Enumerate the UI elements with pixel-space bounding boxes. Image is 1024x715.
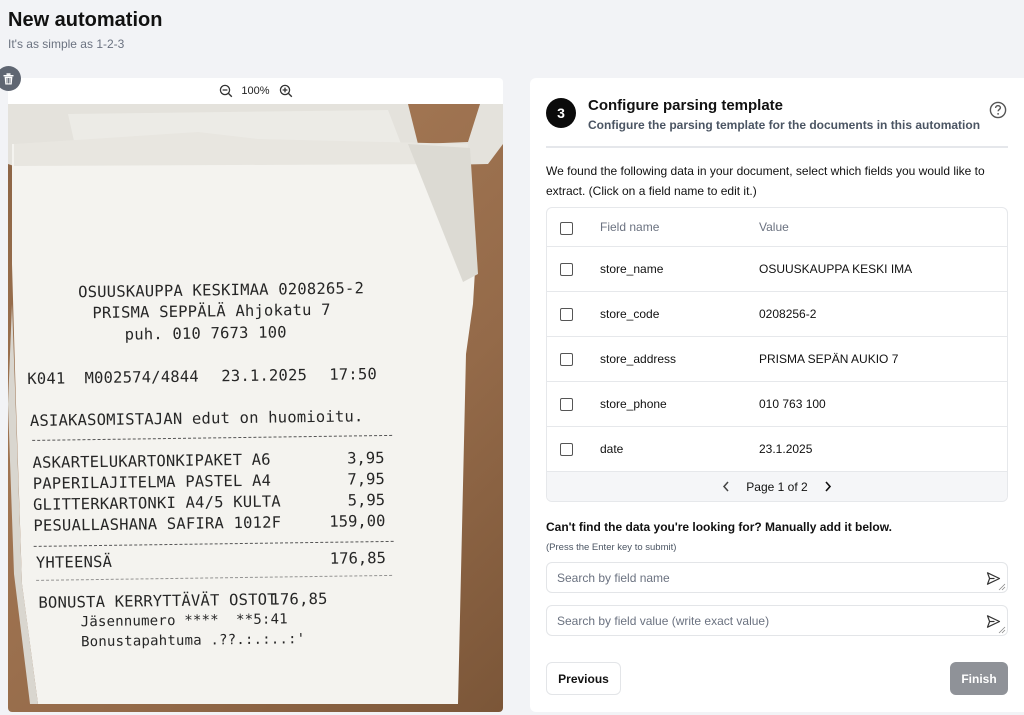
receipt-item-price: 7,95: [347, 470, 385, 489]
receipt-bonus-value: 176,85: [270, 589, 328, 609]
page-subtitle: It's as simple as 1-2-3: [8, 37, 125, 51]
receipt-total-value: 176,85: [329, 549, 386, 568]
chevron-right-icon: [825, 481, 831, 492]
next-page-button[interactable]: [822, 481, 834, 493]
table-row: store_code 0208256-2: [547, 292, 1007, 337]
receipt-item-name: ASKARTELUKARTONKIPAKET A6: [32, 450, 271, 472]
page-indicator: Page 1 of 2: [746, 479, 808, 494]
zoom-toolbar: 100%: [8, 78, 503, 104]
previous-page-button[interactable]: [720, 481, 732, 493]
row-checkbox[interactable]: [560, 353, 573, 366]
field-value: OSUUSKAUPPA KESKI IMA: [759, 262, 913, 276]
zoom-level: 100%: [241, 85, 270, 97]
panel-subtitle: Configure the parsing template for the d…: [588, 118, 981, 132]
zoom-out-icon[interactable]: [218, 83, 234, 99]
receipt-member-number: Jäsennumero **** **5:41: [80, 611, 288, 631]
step-number-badge: 3: [546, 98, 576, 128]
pagination: Page 1 of 2: [547, 472, 1007, 501]
row-checkbox[interactable]: [560, 443, 573, 456]
field-value: 010 763 100: [759, 397, 826, 411]
table-row: store_address PRISMA SEPÄN AUKIO 7: [547, 337, 1007, 382]
receipt-item-price: 159,00: [329, 512, 386, 531]
finish-button[interactable]: Finish: [950, 662, 1008, 695]
header-divider: [546, 146, 1008, 148]
column-header-field-name: Field name: [600, 220, 660, 234]
field-value-search-input[interactable]: [557, 606, 977, 635]
receipt-item-price: 5,95: [347, 491, 386, 510]
receipt-item-price: 3,95: [347, 449, 385, 468]
row-checkbox[interactable]: [560, 263, 573, 276]
receipt-item-name: PAPERILAJITELMA PASTEL A4: [32, 471, 272, 493]
receipt-total-label: YHTEENSÄ: [35, 552, 113, 572]
manual-add-title: Can't find the data you're looking for? …: [546, 520, 892, 534]
table-row: date 23.1.2025: [547, 427, 1007, 472]
resize-handle-icon[interactable]: [998, 583, 1006, 591]
field-name-link[interactable]: store_code: [600, 307, 659, 321]
trash-icon: [3, 72, 14, 84]
receipt-date: 23.1.2025: [221, 366, 308, 386]
table-row: store_name OSUUSKAUPPA KESKI IMA: [547, 247, 1007, 292]
column-header-value: Value: [759, 220, 789, 234]
receipt-bonus-label: BONUSTA KERRYTTÄVÄT OSTOT: [38, 590, 277, 612]
field-name-search-input[interactable]: [557, 563, 977, 592]
field-value: PRISMA SEPÄN AUKIO 7: [759, 352, 899, 366]
resize-handle-icon[interactable]: [998, 626, 1006, 634]
table-row: store_phone 010 763 100: [547, 382, 1007, 427]
receipt-item-name: GLITTERKARTONKI A4/5 KULTA: [32, 492, 282, 514]
fields-table: Field name Value store_name OSUUSKAUPPA …: [546, 207, 1008, 502]
zoom-in-icon[interactable]: [278, 83, 294, 99]
field-name-input-wrapper: [546, 562, 1008, 593]
receipt-time: 17:50: [329, 365, 378, 384]
instructions-text: We found the following data in your docu…: [546, 164, 985, 198]
page-title: New automation: [8, 9, 163, 31]
field-name-link[interactable]: store_address: [600, 352, 676, 366]
field-name-link[interactable]: store_phone: [600, 397, 667, 411]
select-all-checkbox[interactable]: [560, 222, 573, 235]
field-name-link[interactable]: store_name: [600, 262, 663, 276]
row-checkbox[interactable]: [560, 308, 573, 321]
receipt-header-line: PRISMA SEPPÄLÄ Ahjokatu 7: [92, 300, 331, 323]
help-circle-icon[interactable]: [989, 101, 1007, 119]
field-value: 0208256-2: [759, 307, 817, 321]
receipt-header-line: puh. 010 7673 100: [124, 323, 287, 344]
receipt-photo: OSUUSKAUPPA KESKIMAA 0208265-2 PRISMA SE…: [8, 104, 503, 712]
field-name-link[interactable]: date: [600, 442, 623, 456]
row-checkbox[interactable]: [560, 398, 573, 411]
document-viewer: 100% OSUUSKAUPPA KESKIMAA 0208265-2 PRIS…: [8, 78, 503, 712]
field-value-input-wrapper: [546, 605, 1008, 636]
parsing-template-panel: 3 Configure parsing template Configure t…: [530, 78, 1024, 712]
chevron-left-icon: [723, 481, 729, 492]
receipt-item-name: PESUALLASHANA SAFIRA 1012F: [33, 513, 282, 535]
previous-button[interactable]: Previous: [546, 662, 621, 695]
panel-title: Configure parsing template: [588, 97, 784, 114]
field-value: 23.1.2025: [759, 442, 813, 456]
manual-add-hint: (Press the Enter key to submit): [546, 542, 677, 553]
receipt-bonus-event: Bonustapahtuma .??.:.:..:': [80, 631, 306, 651]
table-header-row: Field name Value: [547, 208, 1007, 247]
receipt-transaction-id: K041 M002574/4844: [27, 367, 200, 388]
